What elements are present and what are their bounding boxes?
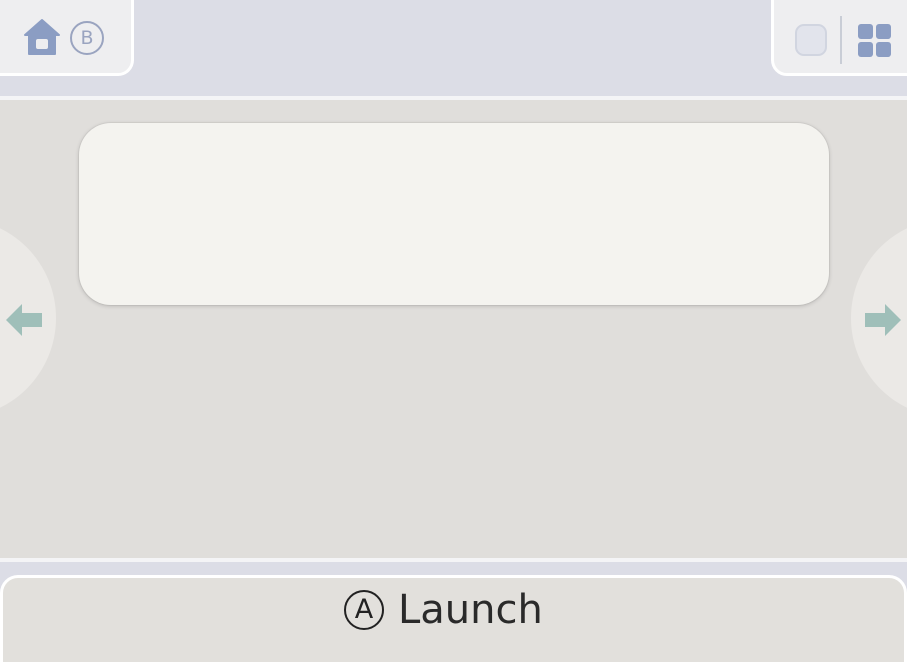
a-button-glyph: A	[344, 590, 384, 630]
main-area	[0, 100, 907, 558]
grid-icon[interactable]	[858, 24, 891, 57]
square-icon[interactable]	[795, 24, 827, 56]
next-button[interactable]	[851, 218, 907, 418]
divider	[0, 558, 907, 562]
b-button-glyph: B	[70, 21, 104, 55]
previous-button[interactable]	[0, 218, 56, 418]
launch-label: Launch	[398, 587, 543, 633]
top-left-panel	[0, 0, 134, 76]
top-bar: B	[0, 0, 907, 97]
title-card[interactable]	[79, 123, 829, 305]
home-icon[interactable]	[23, 18, 61, 56]
divider	[840, 16, 842, 64]
launch-button[interactable]: A Launch	[340, 584, 543, 636]
